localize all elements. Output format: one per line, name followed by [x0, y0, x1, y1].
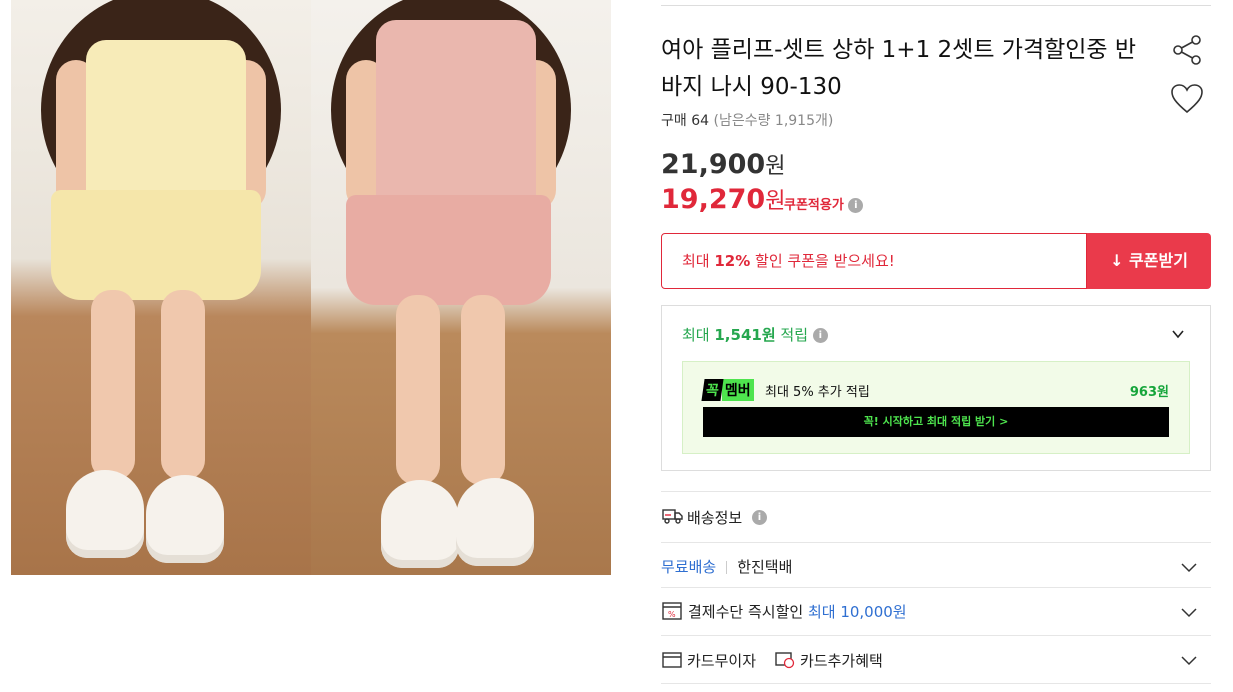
points-summary[interactable]: 최대 1,541원 적립 i — [682, 324, 828, 345]
points-panel: 최대 1,541원 적립 i 꼭 멤버 최대 5% 추가 적립 963원 꼭! 시… — [661, 305, 1211, 471]
member-badge: 꼭 멤버 — [701, 379, 754, 401]
price-unit: 원 — [765, 154, 786, 179]
divider — [661, 587, 1211, 588]
truck-icon — [662, 509, 683, 524]
sale-price: 19,270원 — [661, 183, 785, 215]
card-benefit: 카드추가혜택 — [800, 652, 883, 670]
top-divider — [661, 5, 1211, 6]
purchase-label: 구매 64 — [661, 113, 710, 129]
payment-discount-icon: % — [662, 602, 682, 620]
card-icon — [662, 652, 682, 668]
member-badge-m: 멤버 — [721, 379, 754, 401]
free-shipping: 무료배송 — [661, 558, 717, 576]
member-amount: 963원 — [1129, 385, 1169, 400]
coupon-prefix: 최대 — [682, 252, 715, 270]
purchase-count: 구매 64 (남은수량 1,915개) — [661, 110, 833, 130]
member-start-button[interactable]: 꼭! 시작하고 최대 적립 받기 > — [703, 407, 1169, 437]
coupon-suffix: 할인 쿠폰을 받으세요! — [750, 252, 895, 270]
chevron-down-icon[interactable] — [1181, 653, 1197, 667]
coupon-applied-text: 쿠폰적용가 — [784, 198, 844, 213]
coupon-applied-label: 쿠폰적용가 i — [784, 194, 864, 213]
chevron-down-icon[interactable] — [1181, 605, 1197, 619]
price-unit: 원 — [765, 189, 786, 214]
points-suffix: 적립 — [775, 326, 808, 344]
chevron-down-icon[interactable] — [1171, 327, 1185, 341]
points-amount: 1,541원 — [714, 326, 776, 344]
member-promo: 꼭 멤버 최대 5% 추가 적립 963원 꼭! 시작하고 최대 적립 받기 > — [682, 361, 1190, 454]
remaining-stock: (남은수량 1,915개) — [713, 113, 834, 129]
member-badge-k: 꼭 — [701, 379, 724, 401]
member-text: 최대 5% 추가 적립 — [765, 385, 870, 400]
points-prefix: 최대 — [682, 326, 715, 344]
product-title: 여아 플리프-셋트 상하 1+1 2셋트 가격할인중 반바지 나시 90-130 — [661, 37, 1137, 100]
coupon-banner: 최대 12% 할인 쿠폰을 받으세요! — [661, 233, 1087, 289]
chevron-down-icon[interactable] — [1181, 560, 1197, 574]
product-photo-yellow — [11, 0, 311, 575]
product-image — [11, 0, 611, 575]
payment-discount-row: 결제수단 즉시할인 최대 10,000원 — [688, 601, 907, 622]
card-benefit-icon — [775, 652, 795, 669]
payment-max: 최대 10,000원 — [807, 603, 907, 621]
divider — [661, 491, 1211, 492]
card-installment: 카드무이자 — [687, 652, 757, 670]
vertical-divider — [726, 561, 728, 574]
coupon-percent: 12% — [714, 252, 751, 270]
info-icon[interactable]: i — [812, 328, 828, 343]
divider — [661, 635, 1211, 636]
original-price-value: 21,900 — [661, 149, 766, 180]
share-icon[interactable] — [1170, 33, 1204, 67]
sale-price-value: 19,270 — [661, 184, 766, 215]
shipping-row: 무료배송 한진택배 — [661, 556, 792, 577]
coupon-download-button[interactable]: ↓ 쿠폰받기 — [1087, 233, 1211, 289]
original-price: 21,900원 — [661, 148, 785, 180]
divider — [661, 683, 1211, 684]
product-photo-pink — [311, 0, 611, 575]
heart-icon[interactable] — [1169, 82, 1205, 116]
info-icon[interactable]: i — [752, 510, 767, 525]
payment-label: 결제수단 즉시할인 — [688, 603, 804, 621]
divider — [661, 542, 1211, 543]
svg-text:%: % — [668, 610, 676, 619]
shipping-info-label: 배송정보 — [687, 509, 743, 527]
carrier: 한진택배 — [737, 558, 793, 576]
info-icon[interactable]: i — [848, 198, 864, 213]
